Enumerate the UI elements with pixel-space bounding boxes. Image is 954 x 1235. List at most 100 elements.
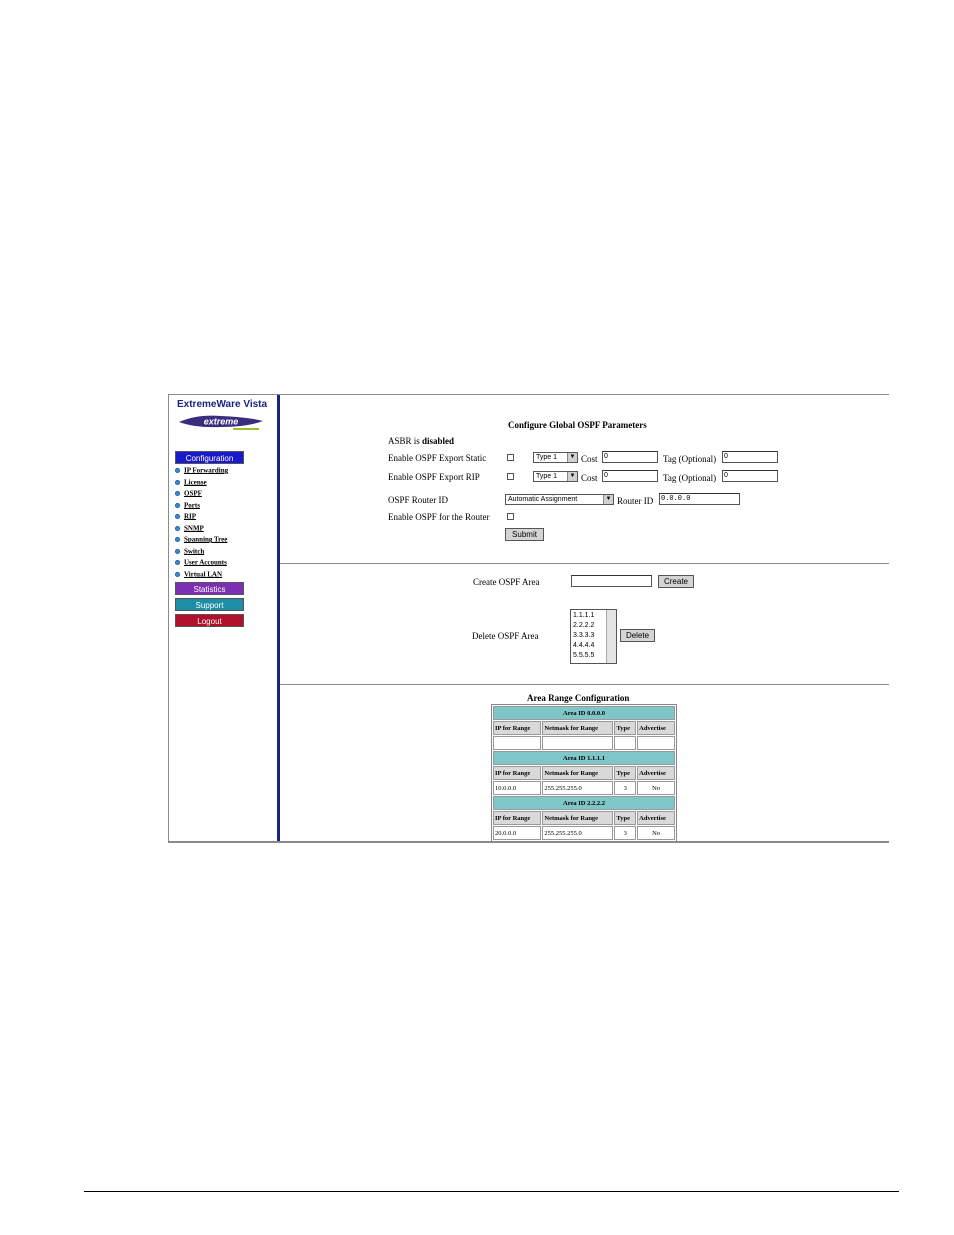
bullet-icon bbox=[175, 536, 180, 542]
nav-ip-forwarding[interactable]: IP Forwarding bbox=[175, 466, 228, 477]
column-header: Advertise bbox=[637, 811, 675, 825]
bullet-icon bbox=[175, 490, 180, 496]
table-cell bbox=[637, 736, 675, 750]
statistics-button[interactable]: Statistics bbox=[175, 582, 244, 595]
nav-ports[interactable]: Ports bbox=[175, 501, 200, 512]
table-cell bbox=[542, 736, 614, 750]
bullet-icon bbox=[175, 559, 180, 565]
table-cell: 10.0.0.0 bbox=[493, 781, 542, 795]
nav-virtual-lan[interactable]: Virtual LAN bbox=[175, 570, 222, 581]
svg-text:extreme: extreme bbox=[204, 417, 239, 427]
bullet-icon bbox=[175, 479, 180, 485]
bullet-icon bbox=[175, 513, 180, 519]
list-item[interactable]: 4.4.4.4 bbox=[573, 642, 594, 649]
section-divider bbox=[280, 684, 889, 685]
table-cell bbox=[493, 736, 542, 750]
list-item[interactable]: 5.5.5.5 bbox=[573, 652, 594, 659]
delete-area-label: Delete OSPF Area bbox=[472, 631, 539, 641]
export-rip-cost-label: Cost bbox=[581, 473, 598, 483]
column-header: Type bbox=[614, 721, 637, 735]
export-static-type-select[interactable]: Type 1 ▼ bbox=[533, 452, 578, 463]
area-range-title: Area Range Configuration bbox=[527, 693, 630, 703]
export-static-tag-label: Tag (Optional) bbox=[663, 454, 717, 464]
nav-switch[interactable]: Switch bbox=[175, 547, 204, 558]
area-header: Area ID 1.1.1.1 bbox=[493, 751, 675, 765]
column-header: IP for Range bbox=[493, 811, 542, 825]
bullet-icon bbox=[175, 548, 180, 554]
column-header: Type bbox=[614, 811, 637, 825]
export-rip-cost-input[interactable]: 0 bbox=[602, 470, 658, 482]
create-area-input[interactable] bbox=[571, 575, 652, 587]
table-cell: 255.255.255.0 bbox=[542, 781, 614, 795]
global-params-title: Configure Global OSPF Parameters bbox=[508, 420, 647, 430]
column-header: Netmask for Range bbox=[542, 766, 614, 780]
nav-rip[interactable]: RIP bbox=[175, 512, 196, 523]
router-id-field-label: Router ID bbox=[617, 496, 654, 506]
create-area-label: Create OSPF Area bbox=[473, 577, 540, 587]
area-listbox[interactable]: 1.1.1.1 2.2.2.2 3.3.3.3 4.4.4.4 5.5.5.5 bbox=[570, 609, 617, 664]
column-header: Advertise bbox=[637, 766, 675, 780]
enable-router-label: Enable OSPF for the Router bbox=[388, 512, 490, 522]
create-area-button[interactable]: Create bbox=[658, 575, 694, 588]
footer-rule bbox=[84, 1191, 899, 1192]
table-cell: 3 bbox=[614, 826, 637, 840]
list-item[interactable]: 1.1.1.1 bbox=[573, 612, 594, 619]
export-rip-label: Enable OSPF Export RIP bbox=[388, 472, 480, 482]
chevron-down-icon: ▼ bbox=[567, 472, 577, 481]
router-id-mode-select[interactable]: Automatic Assignment ▼ bbox=[505, 494, 614, 505]
bullet-icon bbox=[175, 525, 180, 531]
delete-area-button[interactable]: Delete bbox=[620, 629, 655, 642]
enable-router-checkbox[interactable] bbox=[507, 513, 514, 520]
area-range-table: Area ID 0.0.0.0 IP for Range Netmask for… bbox=[491, 704, 677, 841]
logout-button[interactable]: Logout bbox=[175, 614, 244, 627]
export-static-checkbox[interactable] bbox=[507, 454, 514, 461]
area-header: Area ID 2.2.2.2 bbox=[493, 796, 675, 810]
main-frame: Configure Global OSPF Parameters ASBR is… bbox=[280, 395, 889, 841]
list-item[interactable]: 3.3.3.3 bbox=[573, 632, 594, 639]
chevron-down-icon: ▼ bbox=[567, 453, 577, 462]
sidebar: ExtremeWare Vista extreme Configuration … bbox=[169, 395, 277, 841]
nav-snmp[interactable]: SNMP bbox=[175, 524, 204, 535]
list-item[interactable]: 2.2.2.2 bbox=[573, 622, 594, 629]
export-rip-checkbox[interactable] bbox=[507, 473, 514, 480]
export-static-tag-input[interactable]: 0 bbox=[722, 451, 778, 463]
chevron-down-icon: ▼ bbox=[603, 495, 613, 504]
router-id-input[interactable]: 0.0.0.0 bbox=[659, 493, 740, 505]
nav-spanning-tree[interactable]: Spanning Tree bbox=[175, 535, 227, 546]
product-name: ExtremeWare Vista bbox=[177, 399, 268, 410]
table-cell: 20.0.0.0 bbox=[493, 826, 542, 840]
table-cell: 255.255.255.0 bbox=[542, 826, 614, 840]
column-header: Type bbox=[614, 766, 637, 780]
area-header: Area ID 0.0.0.0 bbox=[493, 706, 675, 720]
table-cell: 3 bbox=[614, 781, 637, 795]
table-cell: No bbox=[637, 781, 675, 795]
nav-license[interactable]: License bbox=[175, 478, 207, 489]
export-static-cost-label: Cost bbox=[581, 454, 598, 464]
browser-screenshot: ExtremeWare Vista extreme Configuration … bbox=[168, 394, 889, 843]
extreme-networks-logo: extreme bbox=[179, 415, 263, 430]
bullet-icon bbox=[175, 571, 180, 577]
export-rip-type-select[interactable]: Type 1 ▼ bbox=[533, 471, 578, 482]
router-id-label: OSPF Router ID bbox=[388, 495, 449, 505]
export-static-cost-input[interactable]: 0 bbox=[602, 451, 658, 463]
column-header: IP for Range bbox=[493, 721, 542, 735]
column-header: IP for Range bbox=[493, 766, 542, 780]
configuration-button[interactable]: Configuration bbox=[175, 451, 244, 464]
table-cell: No bbox=[637, 826, 675, 840]
column-header: Advertise bbox=[637, 721, 675, 735]
export-static-label: Enable OSPF Export Static bbox=[388, 453, 487, 463]
nav-ospf[interactable]: OSPF bbox=[175, 489, 202, 500]
submit-button[interactable]: Submit bbox=[505, 528, 544, 541]
export-rip-tag-label: Tag (Optional) bbox=[663, 473, 717, 483]
column-header: Netmask for Range bbox=[542, 811, 614, 825]
support-button[interactable]: Support bbox=[175, 598, 244, 611]
bullet-icon bbox=[175, 502, 180, 508]
table-cell bbox=[614, 736, 637, 750]
asbr-status: ASBR is disabled bbox=[388, 436, 455, 446]
bullet-icon bbox=[175, 467, 180, 473]
nav-user-accounts[interactable]: User Accounts bbox=[175, 558, 227, 569]
section-divider bbox=[280, 563, 889, 564]
listbox-scrollbar[interactable] bbox=[606, 610, 616, 663]
export-rip-tag-input[interactable]: 0 bbox=[722, 470, 778, 482]
column-header: Netmask for Range bbox=[542, 721, 614, 735]
